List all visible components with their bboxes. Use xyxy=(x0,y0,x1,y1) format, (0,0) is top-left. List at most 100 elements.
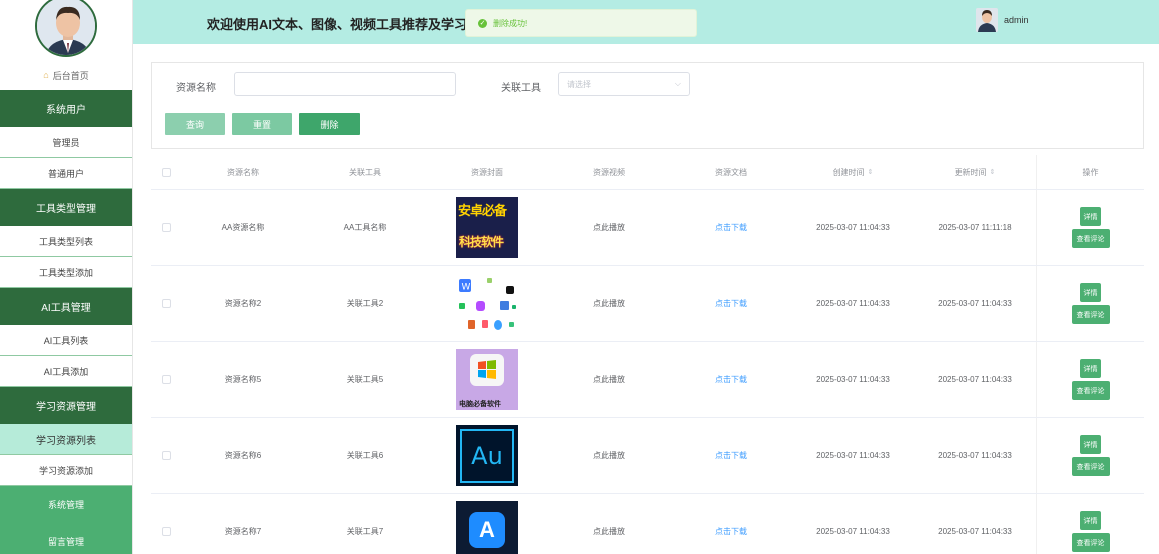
row-checkbox[interactable] xyxy=(162,375,171,384)
resource-table: 资源名称 关联工具 资源封面 资源视频 资源文档 创建时间 ⇕ 更新时间 ⇕ 操作 … xyxy=(151,155,1144,554)
cell-download-link[interactable]: 点击下载 xyxy=(670,266,792,341)
cell-actions: 详情 查看评论 xyxy=(1036,266,1144,341)
cell-related-tool: AA工具名称 xyxy=(343,223,387,232)
page-title: 欢迎使用AI文本、图像、视频工具推荐及学习系统 xyxy=(207,17,479,32)
reset-button[interactable]: 重置 xyxy=(232,113,292,135)
cell-download-link[interactable]: 点击下载 xyxy=(670,418,792,493)
cell-download-link[interactable]: 点击下载 xyxy=(670,342,792,417)
header-updated-time[interactable]: 更新时间 ⇕ xyxy=(914,155,1036,189)
cell-download-link[interactable]: 点击下载 xyxy=(670,494,792,554)
sidebar-group-tool-types[interactable]: 工具类型管理 xyxy=(0,189,132,226)
avatar-photo xyxy=(37,0,95,55)
resource-name-label: 资源名称 xyxy=(176,83,216,94)
cell-video-link[interactable]: 点此播放 xyxy=(548,190,670,265)
sidebar-item-admins[interactable]: 管理员 xyxy=(0,127,132,158)
sort-icon[interactable]: ⇕ xyxy=(990,168,996,176)
cover-image[interactable]: Au xyxy=(456,425,518,486)
user-menu[interactable]: admin xyxy=(976,8,1029,32)
sidebar-group-ai-tools[interactable]: AI工具管理 xyxy=(0,288,132,325)
sidebar-item-resource-add[interactable]: 学习资源添加 xyxy=(0,455,132,486)
header-document: 资源文档 xyxy=(715,167,747,177)
related-tool-select[interactable]: 请选择 ⌵ xyxy=(558,72,690,96)
cell-created-time: 2025-03-07 11:04:33 xyxy=(816,299,890,308)
cover-text: 科技软件 xyxy=(459,235,504,249)
sidebar-group-system-users[interactable]: 系统用户 xyxy=(0,90,132,127)
cell-video-link[interactable]: 点此播放 xyxy=(548,418,670,493)
cell-video-link[interactable]: 点此播放 xyxy=(548,266,670,341)
delete-button[interactable]: 删除 xyxy=(299,113,360,135)
sort-icon[interactable]: ⇕ xyxy=(868,168,874,176)
cell-video-link[interactable]: 点此播放 xyxy=(548,494,670,554)
cover-image[interactable]: A xyxy=(456,501,518,554)
related-tool-label: 关联工具 xyxy=(501,83,541,94)
header-created-time[interactable]: 创建时间 ⇕ xyxy=(792,155,914,189)
top-header: 欢迎使用AI文本、图像、视频工具推荐及学习系统 ✓ 删除成功! admin xyxy=(133,0,1159,44)
detail-button[interactable]: 详情 xyxy=(1080,283,1101,302)
cell-related-tool: 关联工具2 xyxy=(346,299,384,308)
cover-text: 电脑必备软件 xyxy=(459,401,501,408)
detail-button[interactable]: 详情 xyxy=(1080,359,1101,378)
cell-created-time: 2025-03-07 11:04:33 xyxy=(816,451,890,460)
cell-actions: 详情 查看评论 xyxy=(1036,190,1144,265)
cover-image[interactable]: 电脑必备软件 xyxy=(456,349,518,410)
resource-name-input[interactable] xyxy=(234,72,456,96)
view-reviews-button[interactable]: 查看评论 xyxy=(1071,229,1110,248)
cell-updated-time: 2025-03-07 11:04:33 xyxy=(938,375,1012,384)
cell-download-link[interactable]: 点击下载 xyxy=(670,190,792,265)
header-actions: 操作 xyxy=(1036,155,1144,189)
cover-image[interactable]: 安卓必备 科技软件 xyxy=(456,197,518,258)
username[interactable]: admin xyxy=(1004,15,1029,25)
sidebar-item-resource-list[interactable]: 学习资源列表 xyxy=(0,424,132,455)
detail-button[interactable]: 详情 xyxy=(1080,511,1101,530)
row-checkbox[interactable] xyxy=(162,451,171,460)
sidebar-group-learning-resources[interactable]: 学习资源管理 xyxy=(0,387,132,424)
row-checkbox[interactable] xyxy=(162,527,171,536)
sidebar-item-label: 后台首页 xyxy=(52,70,89,81)
chevron-down-icon: ⌵ xyxy=(674,79,681,88)
cell-created-time: 2025-03-07 11:04:33 xyxy=(816,527,890,536)
cell-actions: 详情 查看评论 xyxy=(1036,342,1144,417)
sidebar-item-ai-tool-add[interactable]: AI工具添加 xyxy=(0,356,132,387)
row-checkbox[interactable] xyxy=(162,299,171,308)
table-row: 资源名称7 关联工具7 A 点此播放 点击下载 2025-03-07 11:04… xyxy=(151,494,1144,554)
avatar-area xyxy=(0,0,132,60)
cell-updated-time: 2025-03-07 11:04:33 xyxy=(938,299,1012,308)
view-reviews-button[interactable]: 查看评论 xyxy=(1071,533,1110,552)
cell-related-tool: 关联工具5 xyxy=(346,375,384,384)
header-label: 创建时间 xyxy=(832,167,865,177)
view-reviews-button[interactable]: 查看评论 xyxy=(1071,457,1110,476)
cover-image[interactable]: W xyxy=(456,273,518,334)
cell-related-tool: 关联工具7 xyxy=(346,527,384,536)
header-cover: 资源封面 xyxy=(471,167,503,177)
detail-button[interactable]: 详情 xyxy=(1080,207,1101,226)
cell-resource-name: 资源名称7 xyxy=(224,527,262,536)
sidebar-item-users[interactable]: 普通用户 xyxy=(0,158,132,189)
cell-video-link[interactable]: 点此播放 xyxy=(548,342,670,417)
header-related-tool: 关联工具 xyxy=(349,167,381,177)
sidebar-group-messages[interactable]: 留言管理 xyxy=(0,523,132,554)
cell-created-time: 2025-03-07 11:04:33 xyxy=(816,375,890,384)
cell-actions: 详情 查看评论 xyxy=(1036,418,1144,493)
select-placeholder: 请选择 xyxy=(567,79,591,89)
detail-button[interactable]: 详情 xyxy=(1080,435,1101,454)
select-all-checkbox[interactable] xyxy=(162,167,171,177)
row-select-cell xyxy=(151,494,182,554)
header-video: 资源视频 xyxy=(593,167,625,177)
windows-flag xyxy=(478,360,496,379)
sidebar-item-tool-type-list[interactable]: 工具类型列表 xyxy=(0,226,132,257)
row-checkbox[interactable] xyxy=(162,223,171,232)
sidebar-item-ai-tool-list[interactable]: AI工具列表 xyxy=(0,325,132,356)
table-row: 资源名称5 关联工具5 电脑必备软件 点此播放 点击下载 2025-03-07 … xyxy=(151,342,1144,418)
avatar[interactable] xyxy=(35,0,97,57)
user-avatar[interactable] xyxy=(976,8,998,32)
table-row: 资源名称6 关联工具6 Au 点此播放 点击下载 2025-03-07 11:0… xyxy=(151,418,1144,494)
sidebar-group-system-management[interactable]: 系统管理 xyxy=(0,486,132,523)
row-select-cell xyxy=(151,418,182,493)
table-header: 资源名称 关联工具 资源封面 资源视频 资源文档 创建时间 ⇕ 更新时间 ⇕ 操作 xyxy=(151,155,1144,190)
sidebar-item-tool-type-add[interactable]: 工具类型添加 xyxy=(0,257,132,288)
view-reviews-button[interactable]: 查看评论 xyxy=(1071,381,1110,400)
sidebar-item-home[interactable]: ⌂ 后台首页 xyxy=(0,60,132,90)
view-reviews-button[interactable]: 查看评论 xyxy=(1071,305,1110,324)
windows-logo-icon xyxy=(470,354,504,386)
query-button[interactable]: 查询 xyxy=(165,113,225,135)
